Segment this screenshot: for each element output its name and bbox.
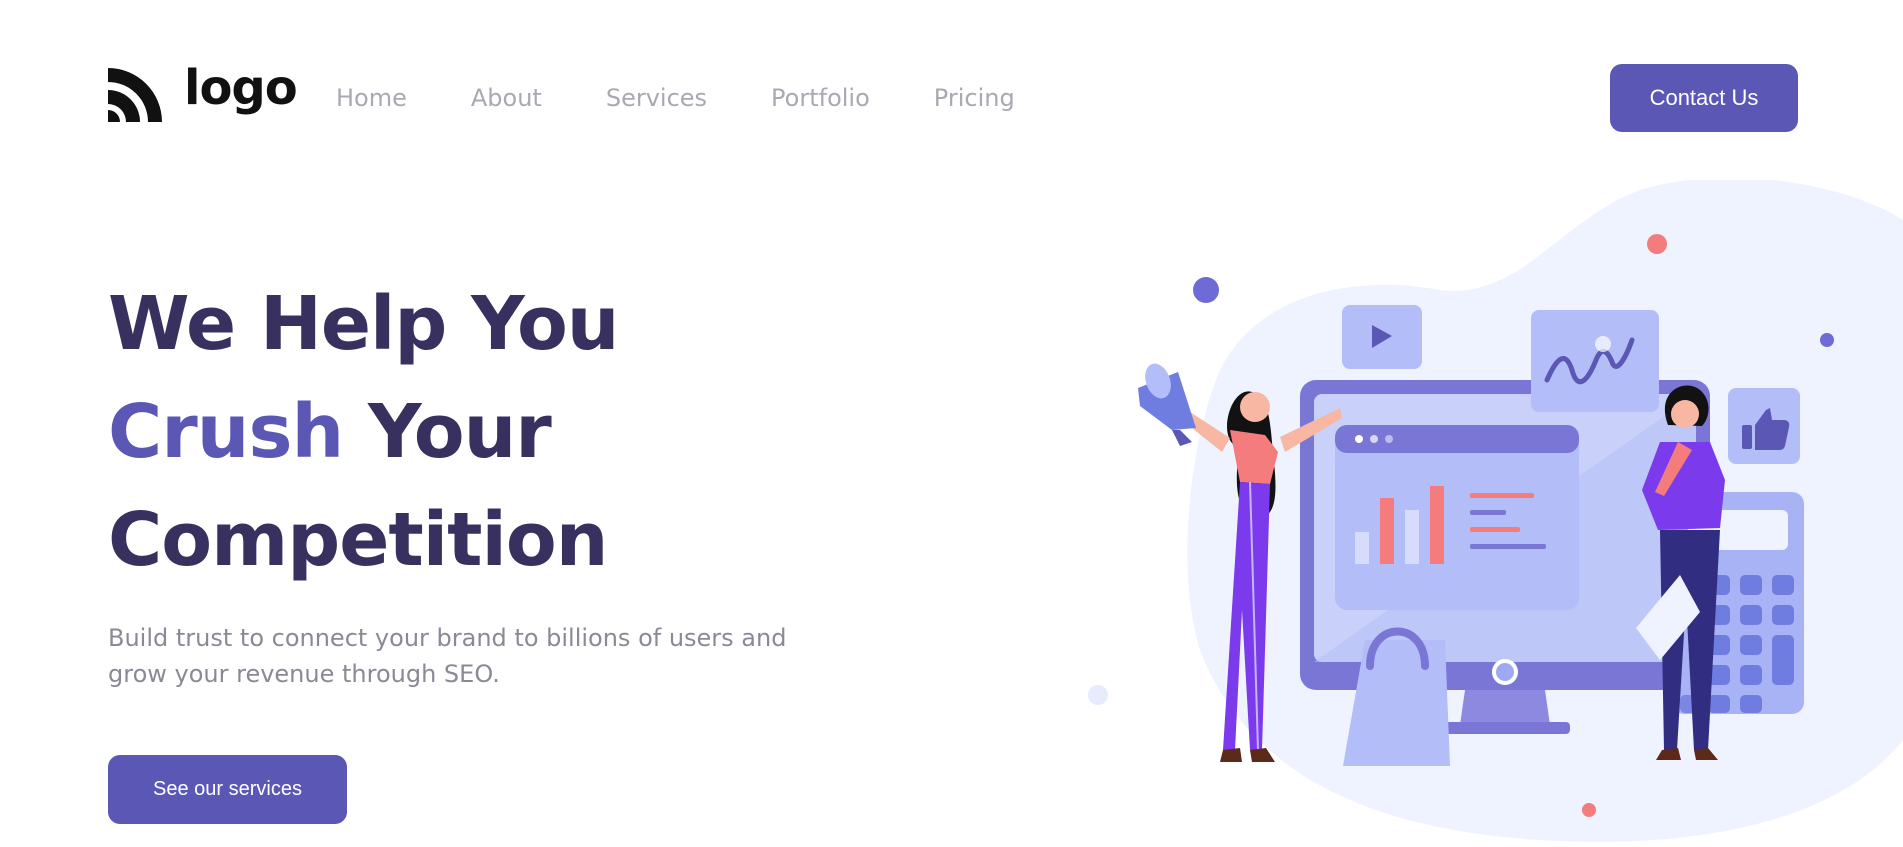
nav-about[interactable]: About: [471, 82, 542, 114]
main-nav: Home About Services Portfolio Pricing: [336, 82, 1015, 114]
hero-title-accent: Crush: [108, 389, 344, 475]
logo-arcs-icon: [108, 68, 162, 122]
hero-subtitle: Build trust to connect your brand to bil…: [108, 624, 787, 688]
decor-dot: [1820, 333, 1834, 347]
nav-services[interactable]: Services: [606, 82, 707, 114]
hero-title-line-2: Crush Your: [108, 378, 618, 486]
logo[interactable]: logo: [108, 60, 298, 122]
site-header: logo Home About Services Portfolio Prici…: [0, 0, 1903, 200]
nav-home[interactable]: Home: [336, 82, 407, 114]
analytics-card: [1335, 425, 1579, 610]
hero-illustration: [1088, 180, 1903, 842]
hero-title: We Help You Crush Your Competition: [108, 270, 619, 594]
hero-title-line-1: We Help You: [108, 281, 619, 367]
hero-title-line-3: Competition: [108, 497, 608, 583]
contact-us-button[interactable]: Contact Us: [1610, 64, 1798, 132]
wave-chart-icon: [1531, 310, 1659, 412]
decor-dot: [1088, 685, 1108, 705]
thumbs-up-icon: [1728, 388, 1800, 464]
play-icon: [1342, 305, 1422, 369]
logo-text: logo: [184, 60, 298, 116]
nav-pricing[interactable]: Pricing: [934, 82, 1015, 114]
decor-dot: [1582, 803, 1596, 817]
see-services-button[interactable]: See our services: [108, 755, 347, 824]
decor-dot: [1647, 234, 1667, 254]
decor-dot: [1193, 277, 1219, 303]
nav-portfolio[interactable]: Portfolio: [771, 82, 870, 114]
hero-title-line-2-rest: Your: [343, 389, 552, 475]
